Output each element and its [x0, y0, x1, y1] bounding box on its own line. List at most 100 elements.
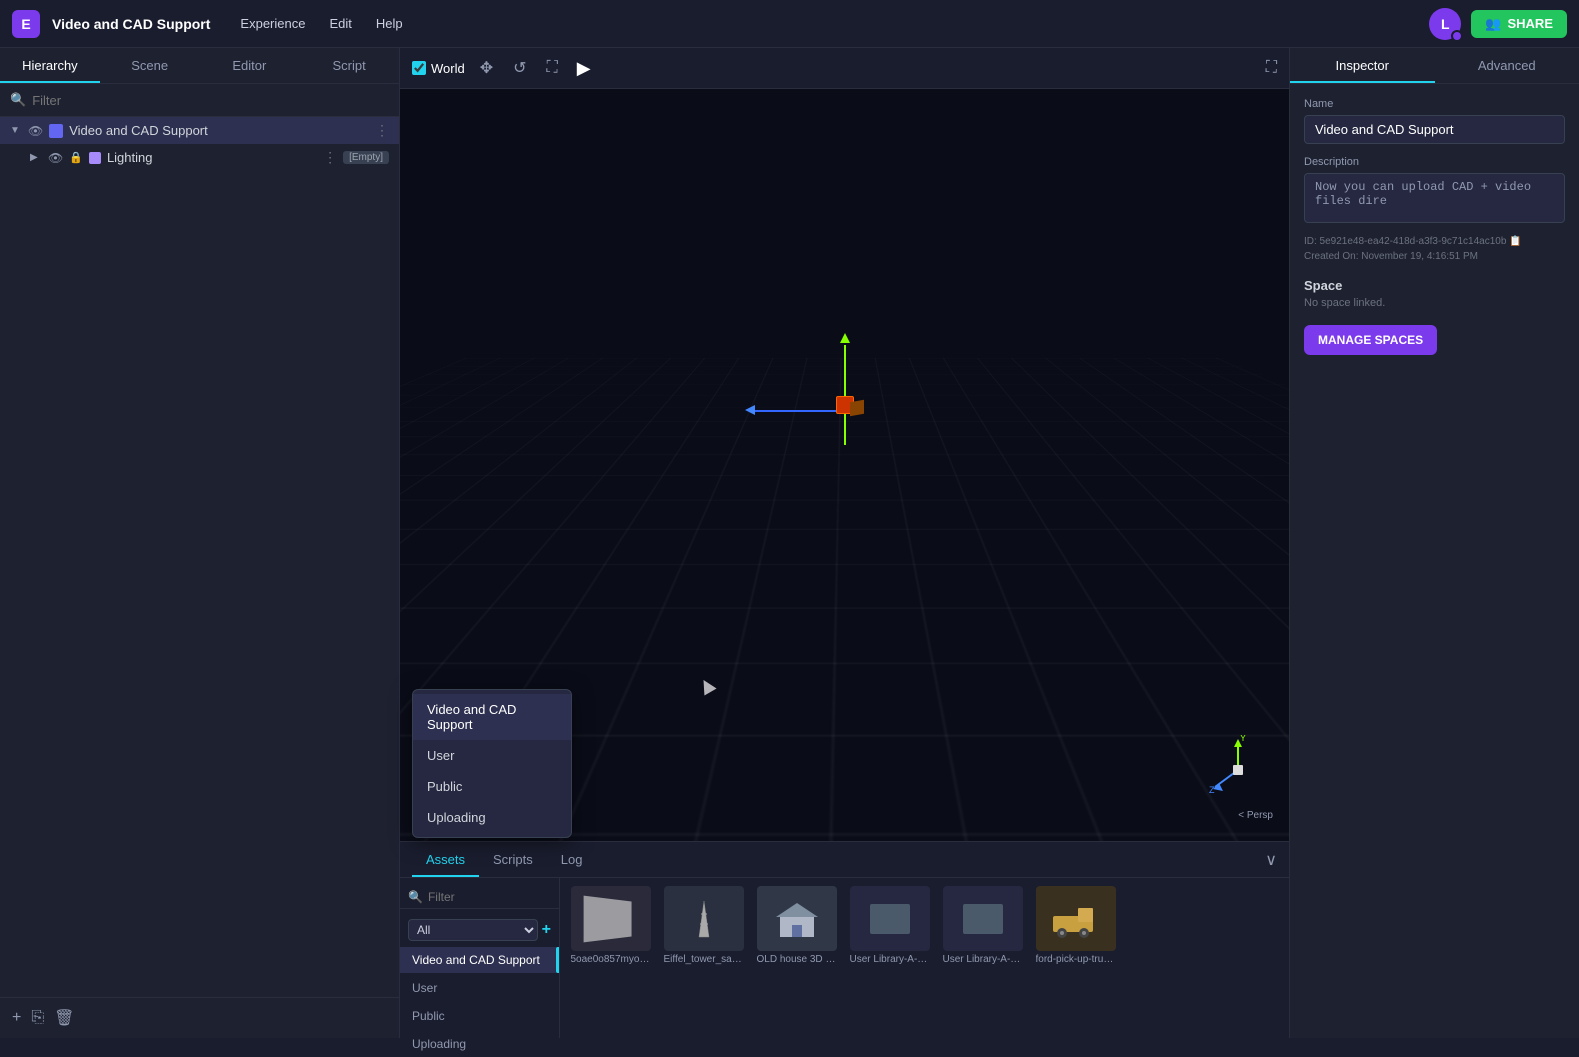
tab-inspector[interactable]: Inspector — [1290, 48, 1435, 83]
move-tool-button[interactable]: ✥ — [475, 56, 498, 80]
menu-edit[interactable]: Edit — [319, 12, 361, 35]
hierarchy-item-lighting[interactable]: ▶ 👁 🔒 Lighting ⋮ [Empty] — [0, 144, 399, 171]
asset-thumb-5 — [1036, 886, 1116, 951]
asset-name-1: Eiffel_tower_sam... — [664, 954, 744, 965]
asset-thumb-0 — [571, 886, 651, 951]
share-button[interactable]: 👥 SHARE — [1471, 10, 1567, 38]
assets-grid: 5oae0o857myo-b... Eiffel_tower_sam... — [560, 878, 1289, 1038]
assets-filter-row: All Models Videos Images + — [400, 915, 559, 945]
name-field-label: Name — [1304, 98, 1565, 110]
add-item-button[interactable]: + — [12, 1009, 21, 1027]
asset-thumb-1 — [664, 886, 744, 951]
asset-item-1[interactable]: Eiffel_tower_sam... — [661, 886, 746, 965]
tab-advanced[interactable]: Advanced — [1435, 48, 1579, 83]
persp-label: < Persp — [1203, 810, 1273, 821]
gizmo-svg: Y Z — [1203, 735, 1273, 805]
tab-script[interactable]: Script — [299, 48, 399, 83]
y-axis — [844, 345, 846, 445]
hierarchy-search: 🔍 — [0, 84, 399, 117]
expand-viewport-button[interactable]: ⛶ — [1266, 59, 1277, 77]
truck-thumb — [1048, 896, 1103, 941]
lock-icon-lighting[interactable]: 🔒 — [69, 151, 83, 164]
asset-item-3[interactable]: User Library-A-54... — [847, 886, 932, 965]
rotate-tool-button[interactable]: ↺ — [508, 56, 531, 80]
world-label: World — [431, 61, 465, 76]
eiffel-thumb — [679, 899, 729, 939]
asset-name-5: ford-pick-up-truck-... — [1036, 954, 1116, 965]
hierarchy-item-root[interactable]: ▼ 👁 Video and CAD Support ⋮ — [0, 117, 399, 144]
tab-scripts[interactable]: Scripts — [479, 842, 547, 877]
cube-icon-lighting — [89, 152, 101, 164]
tab-editor[interactable]: Editor — [200, 48, 300, 83]
play-button[interactable]: ▶ — [577, 58, 591, 79]
menu-experience[interactable]: Experience — [230, 12, 315, 35]
asset-item-2[interactable]: OLD house 3D m... — [754, 886, 839, 965]
search-icon: 🔍 — [10, 92, 26, 108]
tab-assets[interactable]: Assets — [412, 842, 479, 877]
assets-panel: Assets Scripts Log ∨ 🔍 All Models — [400, 841, 1289, 1038]
asset-name-0: 5oae0o857myo-b... — [571, 954, 651, 965]
desc-field-label: Description — [1304, 156, 1565, 168]
topbar-right: L 👥 SHARE — [1429, 8, 1567, 40]
assets-folder-uploading[interactable]: Uploading — [400, 1031, 559, 1057]
asset-item-5[interactable]: ford-pick-up-truck-... — [1033, 886, 1118, 965]
assets-search: 🔍 — [400, 886, 559, 909]
assets-folder-project[interactable]: Video and CAD Support — [400, 947, 559, 973]
hierarchy-list: ▼ 👁 Video and CAD Support ⋮ ▶ 👁 🔒 Lighti… — [0, 117, 399, 171]
dropdown-item-public[interactable]: Public — [413, 771, 571, 802]
assets-folder-user[interactable]: User — [400, 975, 559, 1001]
asset-thumb-2 — [757, 886, 837, 951]
hierarchy-bottom-toolbar: + ⎘ 🗑 — [0, 997, 399, 1038]
tab-log[interactable]: Log — [547, 842, 597, 877]
asset-item-4[interactable]: User Library-A-54... — [940, 886, 1025, 965]
viewport-bar: World ✥ ↺ ⛶ ▶ ⛶ — [400, 48, 1289, 89]
collapse-assets-button[interactable]: ∨ — [1265, 850, 1277, 870]
dots-icon-lighting[interactable]: ⋮ — [323, 149, 337, 166]
meta-id: ID: 5e921e48-ea42-418d-a3f3-9c71c14ac10b — [1304, 236, 1506, 247]
add-asset-button[interactable]: + — [542, 921, 551, 939]
asset-name-2: OLD house 3D m... — [757, 954, 837, 965]
right-panel: Inspector Advanced Name Description Now … — [1289, 48, 1579, 1038]
topbar: E Video and CAD Support Experience Edit … — [0, 0, 1579, 48]
scale-tool-button[interactable]: ⛶ — [542, 57, 563, 79]
expand-arrow-lighting[interactable]: ▶ — [30, 152, 42, 163]
hierarchy-label-root: Video and CAD Support — [69, 123, 369, 138]
dropdown-item-uploading[interactable]: Uploading — [413, 802, 571, 833]
svg-text:Z: Z — [1209, 785, 1215, 795]
tab-scene[interactable]: Scene — [100, 48, 200, 83]
space-section-title: Space — [1304, 278, 1565, 293]
world-check: World — [412, 61, 465, 76]
world-checkbox[interactable] — [412, 61, 426, 75]
cube-icon-root — [49, 124, 63, 138]
topbar-menu: Experience Edit Help — [230, 12, 412, 35]
left-panel: Hierarchy Scene Editor Script 🔍 ▼ 👁 Vide… — [0, 48, 400, 1038]
empty-badge-lighting: [Empty] — [343, 151, 389, 164]
manage-spaces-button[interactable]: MANAGE SPACES — [1304, 325, 1437, 355]
hierarchy-filter-input[interactable] — [32, 93, 389, 108]
desc-field-textarea[interactable]: Now you can upload CAD + video files dir… — [1304, 173, 1565, 223]
asset-item-0[interactable]: 5oae0o857myo-b... — [568, 886, 653, 965]
avatar[interactable]: L — [1429, 8, 1461, 40]
copy-id-button[interactable]: 📋 — [1509, 236, 1521, 247]
main-layout: Hierarchy Scene Editor Script 🔍 ▼ 👁 Vide… — [0, 48, 1579, 1038]
dropdown-item-project[interactable]: Video and CAD Support — [413, 694, 571, 740]
asset-name-4: User Library-A-54... — [943, 954, 1023, 965]
copy-item-button[interactable]: ⎘ — [31, 1009, 44, 1027]
asset-name-3: User Library-A-54... — [850, 954, 930, 965]
assets-folder-public[interactable]: Public — [400, 1003, 559, 1029]
house-thumb — [772, 899, 822, 939]
share-icon: 👥 — [1485, 16, 1501, 32]
dropdown-item-user[interactable]: User — [413, 740, 571, 771]
dots-icon-root[interactable]: ⋮ — [375, 122, 389, 139]
tab-hierarchy[interactable]: Hierarchy — [0, 48, 100, 83]
expand-arrow-root[interactable]: ▼ — [10, 125, 22, 136]
eye-icon-lighting[interactable]: 👁 — [48, 151, 63, 165]
viewport-gizmo: Y Z < Persp — [1203, 735, 1273, 821]
eye-icon-root[interactable]: 👁 — [28, 124, 43, 138]
space-section-sub: No space linked. — [1304, 297, 1565, 309]
menu-help[interactable]: Help — [366, 12, 413, 35]
delete-item-button[interactable]: 🗑 — [54, 1008, 74, 1028]
assets-type-filter[interactable]: All Models Videos Images — [408, 919, 538, 941]
y-axis-arrow — [840, 333, 850, 343]
name-field-input[interactable] — [1304, 115, 1565, 144]
